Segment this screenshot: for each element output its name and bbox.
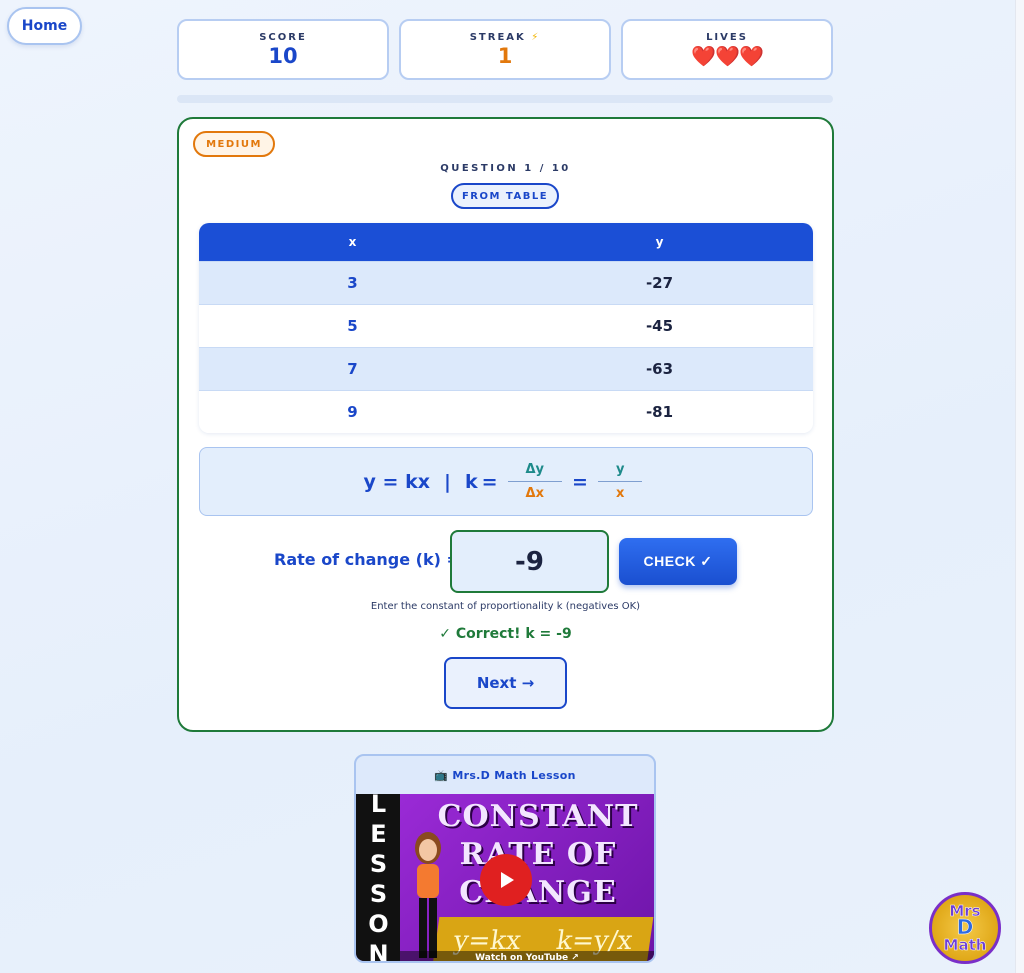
answer-hint: Enter the constant of proportionality k … (370, 601, 641, 612)
table-cell-y: -45 (645, 317, 674, 335)
table-cell-y: -27 (645, 274, 674, 292)
streak-label: STREAK (469, 32, 526, 43)
ratio-y: y (597, 462, 643, 482)
streak-value: 1 (497, 44, 513, 68)
delta-x: Δx (525, 486, 544, 501)
formula-box: y = kx | k = Δy Δx = y x (199, 447, 813, 516)
feedback-message: ✓ Correct! k = -9 (439, 626, 572, 642)
table-row: 9 -81 (199, 390, 813, 433)
answer-input[interactable] (450, 530, 609, 593)
question-type-badge: FROM TABLE (451, 183, 559, 209)
formula-equals: = (481, 470, 498, 493)
ratio-x: x (616, 486, 625, 501)
answer-label: Rate of change (k) = (274, 550, 460, 569)
table-cell-x: 3 (347, 274, 358, 292)
lives-card: LIVES ❤️❤️❤️ (621, 19, 833, 80)
table-header-x: x (348, 235, 357, 249)
table-cell-x: 5 (347, 317, 358, 335)
values-table: x y 3 -27 5 -45 7 -63 9 -81 (199, 223, 813, 433)
lives-label: LIVES (706, 32, 748, 43)
formula-lhs: y = kx (363, 470, 430, 493)
lightning-icon: ⚡ (531, 32, 541, 43)
video-title-line: CHANGE (459, 875, 617, 910)
video-side-text: LESSON (364, 794, 393, 963)
table-row: 3 -27 (199, 261, 813, 304)
lesson-title: 📺 Mrs.D Math Lesson (434, 768, 576, 782)
play-icon[interactable] (480, 854, 532, 906)
video-title-line: CONSTANT (437, 799, 639, 834)
formula-equals: = (572, 470, 588, 493)
ratio-fraction: y x (597, 462, 643, 501)
table-cell-y: -63 (645, 360, 674, 378)
score-card: SCORE 10 (177, 19, 389, 80)
difficulty-badge: MEDIUM (193, 131, 275, 157)
video-title-line: RATE OF (459, 837, 617, 872)
play-triangle-icon (501, 872, 514, 888)
table-row: 7 -63 (199, 347, 813, 390)
check-button[interactable]: CHECK ✓ (619, 538, 737, 585)
home-button[interactable]: Home (7, 7, 82, 45)
formula-divider: | (443, 470, 451, 493)
lesson-card: 📺 Mrs.D Math Lesson LESSON CONSTANT RATE… (354, 754, 656, 963)
streak-card: STREAK ⚡ 1 (399, 19, 611, 80)
score-value: 10 (268, 44, 298, 68)
table-cell-x: 7 (347, 360, 358, 378)
video-side-strip: LESSON (356, 794, 400, 963)
table-header-y: y (655, 235, 664, 249)
video-title: CONSTANT RATE OF CHANGE (426, 798, 650, 912)
table-cell-y: -81 (645, 403, 674, 421)
table-header: x y (199, 223, 813, 261)
progress-bar (177, 95, 833, 103)
logo-text-bottom: Math (943, 936, 987, 955)
table-row: 5 -45 (199, 304, 813, 347)
next-button[interactable]: Next → (444, 657, 567, 709)
formula-k: k (464, 470, 478, 493)
delta-y: Δy (507, 462, 563, 482)
lesson-video[interactable]: LESSON CONSTANT RATE OF CHANGE y=kx k=y/… (356, 794, 654, 963)
logo-text-mid: D (956, 915, 974, 939)
delta-fraction: Δy Δx (507, 462, 563, 501)
teacher-avatar-icon (415, 832, 441, 958)
page-scrollbar[interactable] (1015, 0, 1024, 973)
mrs-d-math-logo[interactable]: Mrs D Math (929, 892, 1001, 964)
heart-icons: ❤️❤️❤️ (691, 44, 764, 68)
question-counter: QUESTION 1 / 10 (440, 163, 571, 174)
table-cell-x: 9 (347, 403, 358, 421)
question-card: MEDIUM QUESTION 1 / 10 FROM TABLE x y 3 … (177, 117, 834, 732)
score-label: SCORE (259, 32, 307, 43)
watch-on-youtube-link[interactable]: Watch on YouTube ↗ (400, 951, 654, 961)
